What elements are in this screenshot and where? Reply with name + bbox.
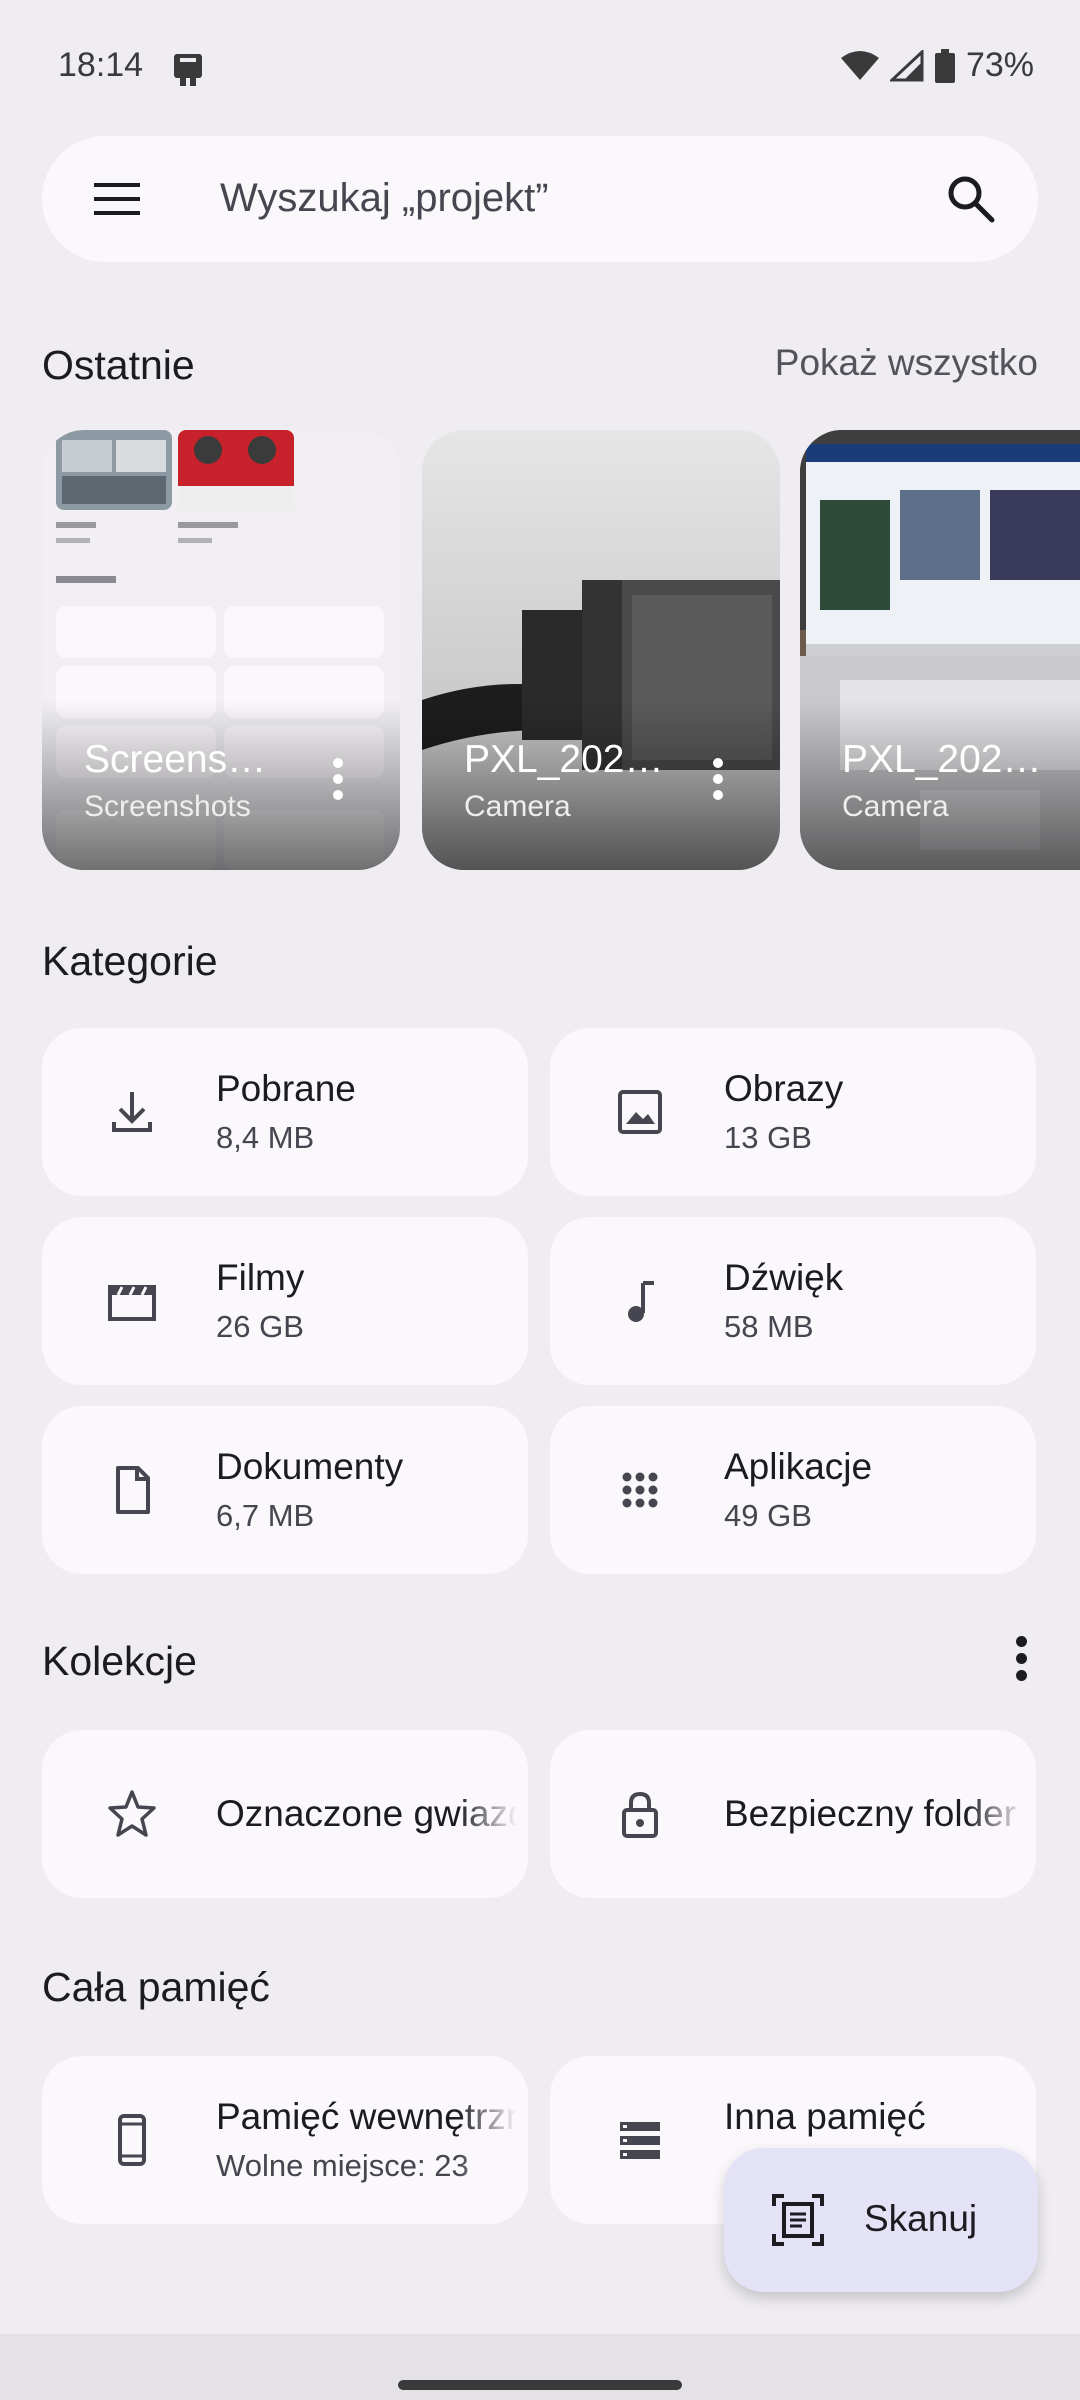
category-size: 49 GB xyxy=(724,1498,812,1533)
recent-item-name: PXL_202… xyxy=(842,738,1042,781)
status-right-cluster: 73% xyxy=(840,46,1034,85)
collections-heading: Kolekcje xyxy=(42,1638,197,1684)
files-app-screen: 18:14 73% Wyszukaj „projekt” Ostatnie Po… xyxy=(0,0,1080,2400)
category-label: Filmy xyxy=(216,1257,305,1298)
category-documents[interactable]: Dokumenty 6,7 MB xyxy=(42,1406,528,1574)
storage-icon xyxy=(620,2122,660,2159)
wifi-icon xyxy=(840,50,879,80)
recent-item-source: Screenshots xyxy=(84,790,251,823)
status-time: 18:14 xyxy=(58,46,144,84)
app-notification-icon xyxy=(174,54,202,86)
category-label: Dźwięk xyxy=(724,1257,844,1298)
category-images[interactable]: Obrazy 13 GB xyxy=(550,1028,1036,1196)
text-fade xyxy=(458,2056,528,2224)
recent-item-name: Screens… xyxy=(84,738,267,781)
storage-heading: Cała pamięć xyxy=(42,1964,270,2010)
apps-grid-icon xyxy=(622,1472,658,1508)
recent-overlay xyxy=(422,700,780,870)
text-fade xyxy=(966,1730,1036,1898)
category-videos[interactable]: Filmy 26 GB xyxy=(42,1217,528,1385)
recent-item[interactable]: Screens… Screenshots xyxy=(42,430,400,870)
home-gesture-handle[interactable] xyxy=(398,2380,682,2390)
categories-heading: Kategorie xyxy=(42,938,218,984)
category-apps[interactable]: Aplikacje 49 GB xyxy=(550,1406,1036,1574)
recent-item-source: Camera xyxy=(842,790,949,823)
recent-item-name: PXL_202… xyxy=(464,738,664,781)
search-icon[interactable] xyxy=(944,172,998,226)
recents-carousel[interactable]: Screens… Screenshots PXL_202… Camera PXL… xyxy=(42,430,1080,870)
document-scanner-icon xyxy=(772,2194,824,2246)
collections-more-icon[interactable] xyxy=(1016,1636,1030,1684)
menu-icon[interactable] xyxy=(92,177,142,221)
music-note-icon xyxy=(628,1281,654,1322)
show-all-link[interactable]: Pokaż wszystko xyxy=(775,342,1038,384)
category-label: Obrazy xyxy=(724,1068,844,1109)
gesture-nav-area xyxy=(0,2334,1080,2400)
scan-button[interactable]: Skanuj xyxy=(724,2148,1038,2292)
search-bar[interactable]: Wyszukaj „projekt” xyxy=(42,136,1038,262)
recent-overlay xyxy=(800,700,1080,870)
movie-icon xyxy=(108,1285,156,1321)
cell-signal-icon xyxy=(889,49,924,81)
collection-safe-folder[interactable]: Bezpieczny folder xyxy=(550,1730,1036,1898)
collection-starred[interactable]: Oznaczone gwiazdką xyxy=(42,1730,528,1898)
category-label: Dokumenty xyxy=(216,1446,404,1487)
star-icon xyxy=(108,1790,156,1837)
category-size: 58 MB xyxy=(724,1309,814,1344)
category-downloads[interactable]: Pobrane 8,4 MB xyxy=(42,1028,528,1196)
category-size: 6,7 MB xyxy=(216,1498,315,1533)
recent-item[interactable]: PXL_202… Camera xyxy=(800,430,1080,870)
category-size: 26 GB xyxy=(216,1309,304,1344)
storage-detail: Wolne miejsce: 23 xyxy=(216,2148,469,2183)
category-size: 13 GB xyxy=(724,1120,812,1155)
more-vert-icon[interactable] xyxy=(332,758,344,802)
storage-label: Inna pamięć xyxy=(724,2096,926,2137)
document-icon xyxy=(116,1466,150,1514)
lock-icon xyxy=(622,1791,658,1838)
download-icon xyxy=(112,1092,152,1132)
recent-item[interactable]: PXL_202… Camera xyxy=(422,430,780,870)
category-audio[interactable]: Dźwięk 58 MB xyxy=(550,1217,1036,1385)
scan-button-label: Skanuj xyxy=(864,2198,978,2239)
more-vert-icon[interactable] xyxy=(712,758,724,802)
battery-percent: 73% xyxy=(965,46,1034,84)
text-fade xyxy=(458,1730,528,1898)
battery-icon xyxy=(934,48,955,83)
category-size: 8,4 MB xyxy=(216,1120,315,1155)
phone-icon xyxy=(118,2114,146,2166)
search-input[interactable]: Wyszukaj „projekt” xyxy=(220,176,549,221)
recents-heading: Ostatnie xyxy=(42,342,195,388)
storage-internal[interactable]: Pamięć wewnętrzna Wolne miejsce: 23 xyxy=(42,2056,528,2224)
category-label: Pobrane xyxy=(216,1068,356,1109)
recent-overlay xyxy=(42,700,400,870)
category-label: Aplikacje xyxy=(724,1446,873,1487)
recent-item-source: Camera xyxy=(464,790,571,823)
image-icon xyxy=(618,1090,662,1134)
status-bar: 18:14 73% xyxy=(0,0,1080,136)
